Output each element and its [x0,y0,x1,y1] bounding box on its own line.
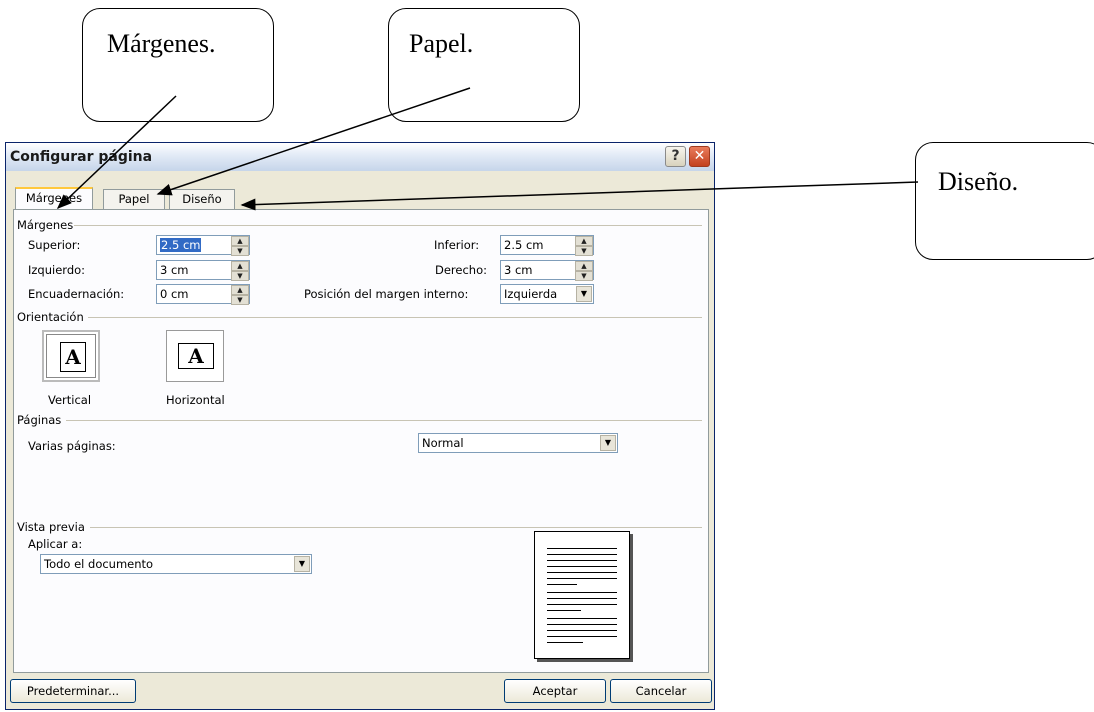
encuadernacion-value: 0 cm [160,287,189,301]
spin-down-icon[interactable]: ▼ [231,271,249,281]
group-title-margenes: Márgenes [17,218,74,232]
label-superior-text: Superior: [28,238,81,252]
callout-margenes-text: Márgenes. [107,29,216,58]
spin-down-icon[interactable]: ▼ [231,246,249,256]
label-posicion: Posición del margen interno: [304,287,469,301]
orientation-horizontal-option[interactable]: A [166,330,224,382]
posicion-value: Izquierda [504,287,558,301]
help-icon[interactable]: ? [665,146,686,167]
page-setup-dialog: Configurar página ? ✕ Márgenes Papel Dis… [5,142,715,710]
inferior-spinner[interactable]: 2.5 cm ▲ ▼ [500,235,594,256]
callout-papel-text: Papel. [409,29,474,58]
tab-diseno-label: Diseño [182,192,222,206]
tab-diseno[interactable]: Diseño [169,189,235,209]
callout-margenes: Márgenes. [82,8,274,122]
group-title-paginas: Páginas [17,413,62,427]
portrait-glyph: A [65,345,81,369]
superior-spinner[interactable]: 2.5 cm ▲ ▼ [156,235,250,256]
dropdown-arrow-icon[interactable]: ▼ [576,286,592,302]
spin-up-icon[interactable]: ▲ [231,236,249,246]
tab-papel-label: Papel [118,192,150,206]
callout-papel: Papel. [388,8,580,122]
spin-up-icon[interactable]: ▲ [231,261,249,271]
dropdown-arrow-icon[interactable]: ▼ [294,556,310,572]
posicion-select[interactable]: Izquierda ▼ [500,284,594,304]
preview-page-thumbnail [534,531,630,659]
label-varias-paginas: Varias páginas: [28,439,116,453]
spin-up-icon[interactable]: ▲ [575,236,593,246]
dialog-title: Configurar página [10,149,153,165]
group-title-vista-previa: Vista previa [17,520,85,534]
derecho-spinner[interactable]: 3 cm ▲ ▼ [500,260,594,281]
title-bar[interactable]: Configurar página ? ✕ [6,143,714,171]
cancelar-label: Cancelar [635,684,687,698]
aceptar-label: Aceptar [532,684,578,698]
aplicar-a-select[interactable]: Todo el documento ▼ [40,554,312,574]
callout-diseno-text: Diseño. [938,167,1019,196]
group-divider [90,527,702,528]
encuadernacion-spinner[interactable]: 0 cm ▲ ▼ [156,284,250,305]
spin-up-icon[interactable]: ▲ [231,285,249,295]
label-inferior: Inferior: [434,238,480,252]
cancelar-button[interactable]: Cancelar [610,679,712,703]
predeterminar-button[interactable]: Predeterminar... [10,679,136,703]
inferior-value: 2.5 cm [504,238,544,252]
spin-down-icon[interactable]: ▼ [575,271,593,281]
tab-margenes-label: Márgenes [25,191,83,205]
tab-margenes[interactable]: Márgenes [15,187,93,209]
varias-paginas-select[interactable]: Normal ▼ [418,433,618,453]
spin-up-icon[interactable]: ▲ [575,261,593,271]
spin-down-icon[interactable]: ▼ [575,246,593,256]
aplicar-a-value: Todo el documento [44,557,154,571]
landscape-page-icon: A [178,343,214,369]
group-divider [74,225,702,226]
group-title-orientacion: Orientación [17,310,84,324]
derecho-value: 3 cm [504,263,533,277]
label-aplicar-a: Aplicar a: [28,537,83,551]
izquierdo-value: 3 cm [160,263,189,277]
label-superior: Superior: [28,238,80,252]
tab-papel[interactable]: Papel [103,189,165,209]
close-icon[interactable]: ✕ [689,146,710,167]
landscape-glyph: A [188,344,204,368]
label-encuadernacion: Encuadernación: [28,287,125,301]
label-derecho: Derecho: [435,263,488,277]
label-vertical[interactable]: Vertical [48,393,91,407]
group-divider [88,317,702,318]
label-horizontal[interactable]: Horizontal [166,393,225,407]
label-izquierdo: Izquierdo: [28,263,86,277]
portrait-page-icon: A [60,342,86,372]
predeterminar-label: Predeterminar... [26,684,120,698]
izquierdo-spinner[interactable]: 3 cm ▲ ▼ [156,260,250,281]
group-divider [66,420,702,421]
dropdown-arrow-icon[interactable]: ▼ [600,435,616,451]
superior-value: 2.5 cm [160,238,202,252]
spin-down-icon[interactable]: ▼ [231,295,249,305]
callout-diseno: Diseño. [915,142,1094,260]
orientation-vertical-option[interactable]: A [42,330,100,382]
varias-paginas-value: Normal [422,436,464,450]
aceptar-button[interactable]: Aceptar [504,679,606,703]
